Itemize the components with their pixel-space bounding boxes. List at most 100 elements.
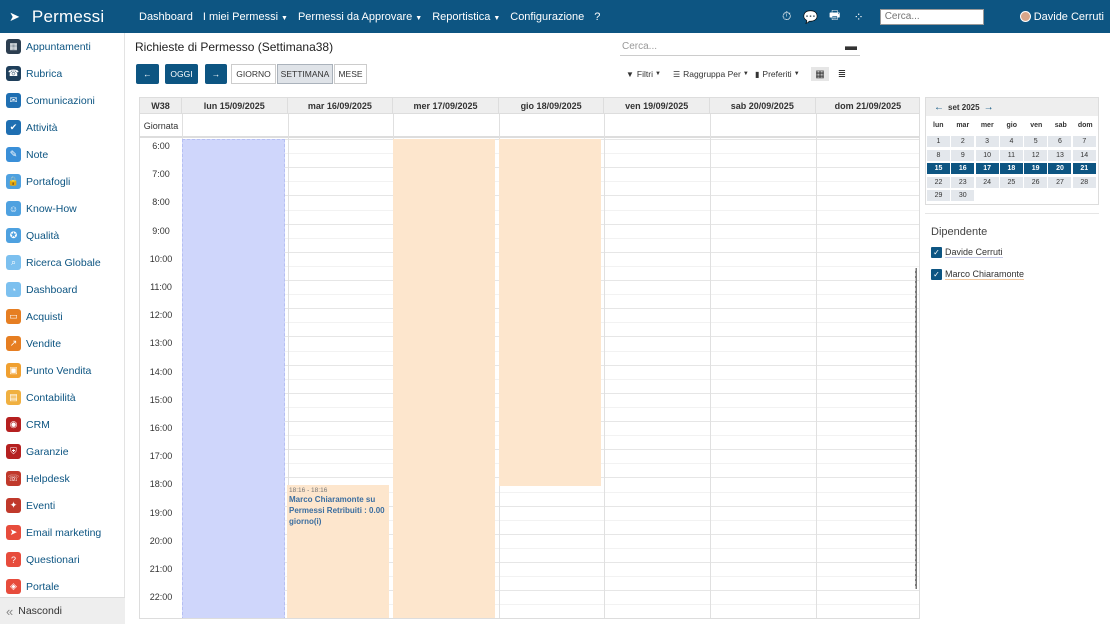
mini-day[interactable]: 23 — [951, 176, 975, 188]
day-header[interactable]: gio 18/09/2025 — [499, 98, 605, 114]
mini-day[interactable]: 10 — [975, 149, 999, 161]
sidebar-item-email-marketing[interactable]: ➤ Email marketing — [0, 519, 124, 546]
mini-day[interactable]: 1 — [927, 136, 950, 147]
sidebar-item-ricerca-globale[interactable]: ⌕ Ricerca Globale — [0, 249, 124, 276]
previous-button[interactable]: ← — [136, 64, 159, 84]
view-day-button[interactable]: GIORNO — [231, 64, 276, 84]
sidebar-item-contabilit-[interactable]: ▤ Contabilità — [0, 384, 124, 411]
mini-day[interactable]: 8 — [927, 149, 950, 161]
mini-day[interactable]: 21 — [1072, 163, 1096, 174]
mini-day[interactable]: 20 — [1048, 163, 1072, 174]
print-icon[interactable]: 🖶 — [824, 0, 846, 33]
sidebar-item-comunicazioni[interactable]: ✉ Comunicazioni — [0, 87, 124, 114]
mini-day[interactable]: 17 — [975, 163, 999, 174]
calendar-scrollbar[interactable] — [915, 268, 917, 589]
sidebar-item-vendite[interactable]: ↗ Vendite — [0, 330, 124, 357]
mini-day[interactable]: 25 — [999, 176, 1023, 188]
mini-day[interactable]: 14 — [1072, 149, 1096, 161]
mini-day[interactable]: 11 — [999, 149, 1023, 161]
sidebar-item-label: Qualità — [26, 229, 60, 242]
event-block-thursday[interactable] — [499, 139, 601, 486]
employee-filter-item[interactable]: ✓ Davide Cerruti — [931, 247, 1003, 258]
mini-day[interactable]: 15 — [927, 163, 950, 174]
sidebar-item-rubrica[interactable]: ☎ Rubrica — [0, 60, 124, 87]
view-week-button[interactable]: SETTIMANA — [277, 64, 333, 84]
caret-down-icon: ▼ — [493, 14, 501, 22]
topnav-item[interactable]: Dashboard — [139, 11, 193, 23]
day-header[interactable]: ven 19/09/2025 — [604, 98, 710, 114]
topnav-item[interactable]: Reportistica ▼ — [432, 11, 500, 23]
mini-day[interactable]: 9 — [951, 149, 975, 161]
day-header[interactable]: lun 15/09/2025 — [182, 98, 288, 114]
sidebar-item-know-how[interactable]: ☺ Know-How — [0, 195, 124, 222]
topnav-item[interactable]: Configurazione — [510, 11, 584, 23]
prev-month-icon[interactable]: ← — [934, 102, 944, 113]
sidebar-item-attivit-[interactable]: ✔ Attività — [0, 114, 124, 141]
today-button[interactable]: OGGI — [165, 64, 198, 84]
mini-day[interactable]: 16 — [951, 163, 975, 174]
event-block-tuesday[interactable]: 18:16 - 18:16 Marco Chiaramonte su Perme… — [287, 485, 389, 618]
mini-day[interactable]: 6 — [1048, 136, 1072, 147]
day-header[interactable]: mar 16/09/2025 — [288, 98, 394, 114]
topnav-item[interactable]: Permessi da Approvare ▼ — [298, 11, 422, 23]
next-button[interactable]: → — [205, 64, 227, 84]
event-block-monday[interactable] — [182, 139, 285, 618]
mini-day[interactable]: 7 — [1072, 136, 1096, 147]
mini-day[interactable]: 3 — [975, 136, 999, 147]
calendar-search-input[interactable]: Cerca... ▬ — [620, 38, 860, 56]
mini-day[interactable]: 4 — [999, 136, 1023, 147]
list-view-icon[interactable]: ≣ — [833, 67, 851, 81]
group-by-dropdown[interactable]: ☰ Raggruppa Per ▼ — [673, 69, 749, 79]
day-header[interactable]: mer 17/09/2025 — [393, 98, 499, 114]
filters-dropdown[interactable]: ▼ Filtri ▼ — [626, 69, 661, 79]
sidebar-item-portafogli[interactable]: 🔒 Portafogli — [0, 168, 124, 195]
sidebar-item-helpdesk[interactable]: ☏ Helpdesk — [0, 465, 124, 492]
user-menu[interactable]: Davide Cerruti — [1019, 11, 1104, 23]
next-month-icon[interactable]: → — [984, 102, 994, 113]
app-brand[interactable]: ➤ Permessi — [0, 7, 125, 27]
sidebar-item-qualit-[interactable]: ✪ Qualità — [0, 222, 124, 249]
calendar-view-icon[interactable]: ▦ — [811, 67, 829, 81]
day-header[interactable]: sab 20/09/2025 — [710, 98, 816, 114]
mini-day — [976, 190, 999, 201]
mini-day[interactable]: 28 — [1072, 176, 1096, 188]
global-search-input[interactable] — [879, 8, 984, 25]
day-header[interactable]: dom 21/09/2025 — [816, 98, 919, 114]
sidebar-item-questionari[interactable]: ? Questionari — [0, 546, 124, 573]
sidebar-item-eventi[interactable]: ✦ Eventi — [0, 492, 124, 519]
hide-sidebar-button[interactable]: « Nascondi — [0, 597, 125, 624]
sidebar-item-crm[interactable]: ◉ CRM — [0, 411, 124, 438]
view-month-button[interactable]: MESE — [334, 64, 367, 84]
checkbox-checked-icon[interactable]: ✓ — [931, 247, 942, 258]
checkbox-checked-icon[interactable]: ✓ — [931, 269, 942, 280]
timer-icon[interactable]: ⏱ — [776, 0, 798, 33]
mini-week-row: 8 9 10 11 12 13 14 — [926, 149, 1100, 162]
mini-day[interactable]: 13 — [1048, 149, 1072, 161]
employee-filter-item[interactable]: ✓ Marco Chiaramonte — [931, 269, 1025, 280]
sidebar-item-note[interactable]: ✎ Note — [0, 141, 124, 168]
topnav-item[interactable]: I miei Permessi ▼ — [203, 11, 288, 23]
event-block-wednesday[interactable] — [393, 139, 495, 618]
mini-day[interactable]: 22 — [927, 176, 950, 188]
mini-day[interactable]: 29 — [927, 190, 950, 201]
mini-day[interactable]: 26 — [1024, 176, 1048, 188]
sidebar-item-punto-vendita[interactable]: ▣ Punto Vendita — [0, 357, 124, 384]
loading-icon[interactable]: ⁘ — [848, 0, 870, 33]
chat-icon[interactable]: 💬 — [800, 0, 822, 33]
mini-day[interactable]: 27 — [1048, 176, 1072, 188]
mini-day[interactable]: 30 — [951, 190, 975, 201]
topnav-item[interactable]: ? — [594, 11, 600, 23]
mini-day[interactable]: 2 — [951, 136, 975, 147]
sidebar-item-garanzie[interactable]: ⛨ Garanzie — [0, 438, 124, 465]
sidebar-item-appuntamenti[interactable]: ▦ Appuntamenti — [0, 33, 124, 60]
favorites-dropdown[interactable]: ▮ Preferiti ▼ — [755, 69, 800, 79]
mini-day[interactable]: 12 — [1024, 149, 1048, 161]
mini-day[interactable]: 24 — [975, 176, 999, 188]
clear-search-icon[interactable]: ▬ — [845, 39, 857, 53]
sidebar-item-dashboard[interactable]: ◔ Dashboard — [0, 276, 124, 303]
mini-day[interactable]: 19 — [1024, 163, 1048, 174]
mini-day[interactable]: 5 — [1024, 136, 1048, 147]
mini-day[interactable]: 18 — [999, 163, 1023, 174]
sidebar-item-acquisti[interactable]: ▭ Acquisti — [0, 303, 124, 330]
sidebar-item-portale[interactable]: ◈ Portale — [0, 573, 124, 600]
